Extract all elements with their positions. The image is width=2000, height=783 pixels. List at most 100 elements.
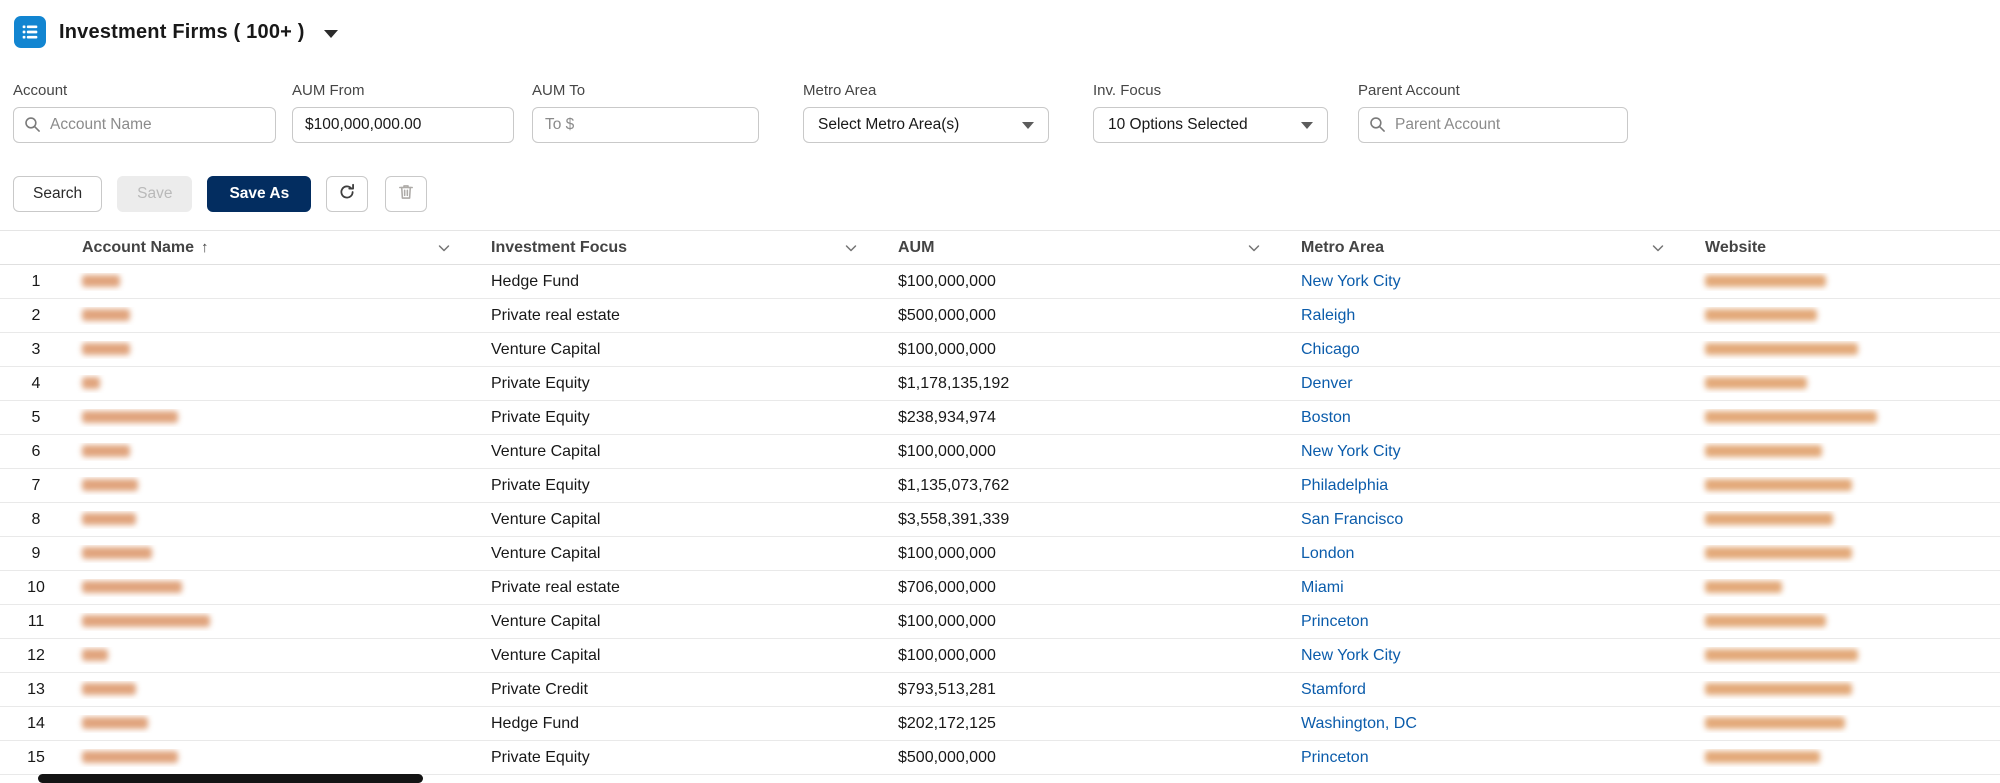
website-link-redacted[interactable] xyxy=(1705,547,1852,560)
account-name-link-redacted[interactable] xyxy=(82,445,130,458)
account-name-link-redacted[interactable] xyxy=(82,751,178,764)
bottom-partial-element xyxy=(38,774,423,783)
table-row[interactable]: 10 Private real estate $706,000,000 Miam… xyxy=(0,571,2000,605)
website-link-redacted[interactable] xyxy=(1705,445,1822,458)
account-name-link-redacted[interactable] xyxy=(82,377,100,390)
metro-area-link[interactable]: Boston xyxy=(1301,409,1351,426)
aum-from-input[interactable] xyxy=(292,107,514,143)
parent-account-filter: Parent Account xyxy=(1358,82,1628,143)
row-number: 1 xyxy=(31,272,41,290)
parent-account-label: Parent Account xyxy=(1358,82,1460,99)
table-row[interactable]: 14 Hedge Fund $202,172,125 Washington, D… xyxy=(0,707,2000,741)
table-row[interactable]: 15 Private Equity $500,000,000 Princeton xyxy=(0,741,2000,775)
table-row[interactable]: 12 Venture Capital $100,000,000 New York… xyxy=(0,639,2000,673)
table-row[interactable]: 5 Private Equity $238,934,974 Boston xyxy=(0,401,2000,435)
metro-area-select[interactable]: Select Metro Area(s) xyxy=(803,107,1049,143)
metro-area-link[interactable]: Raleigh xyxy=(1301,307,1355,324)
website-cell xyxy=(1692,477,2000,495)
website-link-redacted[interactable] xyxy=(1705,479,1852,492)
table-row[interactable]: 6 Venture Capital $100,000,000 New York … xyxy=(0,435,2000,469)
aum-cell: $100,000,000 xyxy=(898,646,996,664)
row-number: 2 xyxy=(31,306,41,324)
page-title: Investment Firms ( 100+ ) xyxy=(59,20,305,43)
column-header-metro-area[interactable]: Metro Area xyxy=(1288,231,1692,264)
metro-area-link[interactable]: New York City xyxy=(1301,443,1401,460)
website-link-redacted[interactable] xyxy=(1705,683,1852,696)
account-name-link-redacted[interactable] xyxy=(82,479,138,492)
metro-area-link[interactable]: London xyxy=(1301,545,1354,562)
website-link-redacted[interactable] xyxy=(1705,717,1845,730)
metro-area-cell: Miami xyxy=(1288,579,1692,597)
metro-area-link[interactable]: Denver xyxy=(1301,375,1353,392)
account-name-link-redacted[interactable] xyxy=(82,343,130,356)
account-name-link-redacted[interactable] xyxy=(82,309,130,322)
website-cell xyxy=(1692,443,2000,461)
metro-area-link[interactable]: Philadelphia xyxy=(1301,477,1388,494)
chevron-down-icon[interactable] xyxy=(1246,240,1262,256)
save-button[interactable]: Save xyxy=(117,176,193,212)
account-name-link-redacted[interactable] xyxy=(82,649,108,662)
website-link-redacted[interactable] xyxy=(1705,309,1817,322)
table-row[interactable]: 11 Venture Capital $100,000,000 Princeto… xyxy=(0,605,2000,639)
metro-area-link[interactable]: Chicago xyxy=(1301,341,1360,358)
website-link-redacted[interactable] xyxy=(1705,275,1826,288)
metro-area-cell: Chicago xyxy=(1288,341,1692,359)
metro-area-link[interactable]: Princeton xyxy=(1301,613,1369,630)
save-as-button[interactable]: Save As xyxy=(207,176,312,212)
table-row[interactable]: 9 Venture Capital $100,000,000 London xyxy=(0,537,2000,571)
account-name-link-redacted[interactable] xyxy=(82,581,182,594)
delete-button[interactable] xyxy=(385,176,428,212)
aum-cell: $100,000,000 xyxy=(898,340,996,358)
website-cell xyxy=(1692,749,2000,767)
search-button[interactable]: Search xyxy=(13,176,103,212)
refresh-button[interactable] xyxy=(326,176,369,212)
chevron-down-icon[interactable] xyxy=(1650,240,1666,256)
website-link-redacted[interactable] xyxy=(1705,411,1877,424)
table-row[interactable]: 8 Venture Capital $3,558,391,339 San Fra… xyxy=(0,503,2000,537)
website-link-redacted[interactable] xyxy=(1705,377,1807,390)
aum-cell: $100,000,000 xyxy=(898,442,996,460)
column-header-website[interactable]: Website xyxy=(1692,231,2000,264)
website-cell xyxy=(1692,681,2000,699)
parent-account-input[interactable] xyxy=(1358,107,1628,143)
table-header-row: Account Name ↑ Investment Focus AUM Metr… xyxy=(0,231,2000,265)
account-name-input[interactable] xyxy=(13,107,276,143)
website-link-redacted[interactable] xyxy=(1705,751,1820,764)
metro-area-link[interactable]: New York City xyxy=(1301,647,1401,664)
metro-area-link[interactable]: San Francisco xyxy=(1301,511,1403,528)
table-row[interactable]: 7 Private Equity $1,135,073,762 Philadel… xyxy=(0,469,2000,503)
account-name-link-redacted[interactable] xyxy=(82,275,120,288)
aum-cell: $1,178,135,192 xyxy=(898,374,1010,392)
account-name-link-redacted[interactable] xyxy=(82,411,178,424)
chevron-down-icon[interactable] xyxy=(436,240,452,256)
account-name-link-redacted[interactable] xyxy=(82,513,136,526)
table-row[interactable]: 3 Venture Capital $100,000,000 Chicago xyxy=(0,333,2000,367)
metro-area-link[interactable]: Washington, DC xyxy=(1301,715,1417,732)
aum-to-input[interactable] xyxy=(532,107,759,143)
list-view-dropdown-caret-icon[interactable] xyxy=(323,29,338,38)
inv-focus-select[interactable]: 10 Options Selected xyxy=(1093,107,1328,143)
column-header-investment-focus[interactable]: Investment Focus xyxy=(478,231,885,264)
account-name-link-redacted[interactable] xyxy=(82,683,136,696)
metro-area-link[interactable]: Princeton xyxy=(1301,749,1369,766)
website-link-redacted[interactable] xyxy=(1705,343,1858,356)
account-name-cell xyxy=(72,341,478,359)
website-link-redacted[interactable] xyxy=(1705,615,1826,628)
website-link-redacted[interactable] xyxy=(1705,581,1782,594)
table-row[interactable]: 13 Private Credit $793,513,281 Stamford xyxy=(0,673,2000,707)
website-link-redacted[interactable] xyxy=(1705,513,1833,526)
table-row[interactable]: 1 Hedge Fund $100,000,000 New York City xyxy=(0,265,2000,299)
metro-area-link[interactable]: New York City xyxy=(1301,273,1401,290)
column-header-account-name[interactable]: Account Name ↑ xyxy=(72,231,478,264)
account-name-link-redacted[interactable] xyxy=(82,547,152,560)
column-header-aum[interactable]: AUM xyxy=(885,231,1288,264)
website-link-redacted[interactable] xyxy=(1705,649,1858,662)
table-row[interactable]: 4 Private Equity $1,178,135,192 Denver xyxy=(0,367,2000,401)
chevron-down-icon[interactable] xyxy=(843,240,859,256)
metro-area-link[interactable]: Miami xyxy=(1301,579,1344,596)
account-name-link-redacted[interactable] xyxy=(82,615,210,628)
table-row[interactable]: 2 Private real estate $500,000,000 Ralei… xyxy=(0,299,2000,333)
account-name-link-redacted[interactable] xyxy=(82,717,148,730)
metro-area-link[interactable]: Stamford xyxy=(1301,681,1366,698)
account-name-cell xyxy=(72,749,478,767)
